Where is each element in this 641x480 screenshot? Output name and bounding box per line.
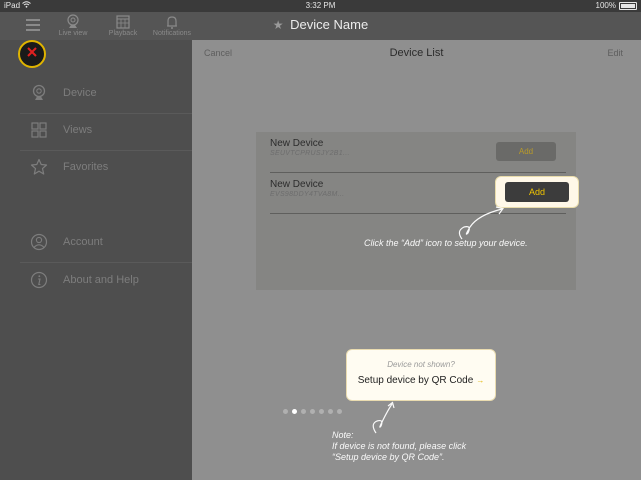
divider bbox=[20, 262, 192, 263]
webcam-icon bbox=[30, 84, 48, 102]
page-dot[interactable] bbox=[310, 409, 315, 414]
info-icon bbox=[30, 271, 48, 289]
page-title: Device Name bbox=[290, 17, 369, 32]
page-dot-active[interactable] bbox=[292, 409, 297, 414]
top-nav-bar: Live view Playback Notifications ★ Devic… bbox=[0, 12, 641, 40]
sidebar-menu: Device Views Favorites Account About and… bbox=[0, 40, 192, 480]
status-time: 3:32 PM bbox=[305, 1, 336, 10]
sidebar-item-label: Account bbox=[63, 236, 103, 248]
edit-button[interactable]: Edit bbox=[607, 48, 623, 58]
device-list-header: Cancel Device List Edit bbox=[192, 40, 641, 68]
device-not-shown-label: Device not shown? bbox=[387, 360, 455, 369]
divider bbox=[270, 213, 566, 214]
pointer-arrow-icon bbox=[372, 401, 395, 434]
highlighted-add-frame: Add bbox=[495, 176, 579, 208]
page-dot[interactable] bbox=[301, 409, 306, 414]
sidebar-item-about-help[interactable]: About and Help bbox=[30, 271, 139, 289]
status-bar: iPad 3:32 PM 100% bbox=[0, 0, 641, 12]
sidebar-item-label: About and Help bbox=[63, 274, 139, 286]
device-list-title: Device List bbox=[389, 47, 444, 59]
user-icon bbox=[30, 233, 48, 251]
add-tip-text: Click the “Add” icon to setup your devic… bbox=[364, 238, 528, 248]
divider bbox=[20, 113, 192, 114]
device-name: New Device bbox=[270, 138, 324, 149]
device-id: SEUVTCPRUSJY2B1... bbox=[270, 150, 350, 157]
page-dot[interactable] bbox=[319, 409, 324, 414]
sidebar-item-device[interactable]: Device bbox=[30, 84, 97, 102]
sidebar-item-label: Favorites bbox=[63, 161, 109, 173]
battery-icon bbox=[619, 2, 637, 10]
list-item[interactable]: New Device SEUVTCPRUSJY2B1... Add bbox=[270, 132, 566, 172]
star-icon bbox=[30, 158, 48, 176]
device-card: New Device SEUVTCPRUSJY2B1... Add New De… bbox=[256, 132, 576, 290]
qr-setup-callout[interactable]: Device not shown? Setup device by QR Cod… bbox=[346, 349, 496, 401]
add-device-button-highlighted[interactable]: Add bbox=[505, 182, 569, 202]
battery-status: 100% bbox=[596, 0, 637, 12]
page-dot[interactable] bbox=[337, 409, 342, 414]
device-list-panel: Cancel Device List Edit New Device SEUVT… bbox=[192, 40, 641, 480]
sidebar-item-label: Views bbox=[63, 124, 93, 136]
device-id: EVS98DDY4TVA8M... bbox=[270, 191, 345, 198]
note-text: Note: If device is not found, please cli… bbox=[332, 430, 467, 462]
sidebar-item-account[interactable]: Account bbox=[30, 233, 103, 251]
sidebar-item-views[interactable]: Views bbox=[30, 121, 92, 139]
sidebar-item-favorites[interactable]: Favorites bbox=[30, 158, 108, 176]
pointer-arrow-icon bbox=[458, 206, 505, 240]
page-dot[interactable] bbox=[283, 409, 288, 414]
arrow-right-icon: → bbox=[476, 376, 485, 385]
page-indicator[interactable] bbox=[283, 409, 342, 414]
favorite-star-icon[interactable]: ★ bbox=[273, 18, 284, 32]
close-icon bbox=[26, 45, 38, 63]
setup-qr-code-link[interactable]: Setup device by QR Code → bbox=[347, 375, 495, 386]
sidebar-item-label: Device bbox=[63, 87, 97, 99]
device-name: New Device bbox=[270, 179, 324, 190]
grid-icon bbox=[30, 121, 48, 139]
add-device-button[interactable]: Add bbox=[496, 142, 556, 161]
divider bbox=[20, 150, 192, 151]
close-tutorial-button[interactable] bbox=[18, 40, 46, 68]
page-dot[interactable] bbox=[328, 409, 333, 414]
device-title[interactable]: ★ Device Name bbox=[0, 17, 641, 32]
